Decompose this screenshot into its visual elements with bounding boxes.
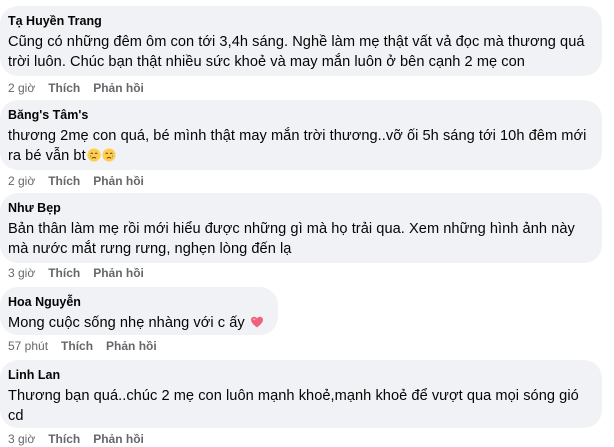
- like-button[interactable]: Thích: [48, 80, 80, 96]
- comment-text-content: Mong cuộc sống nhẹ nhàng với c ấy: [8, 315, 245, 331]
- comment-text: Thương bạn quá..chúc 2 mẹ con luôn mạnh …: [8, 386, 593, 426]
- comment-bubble: Như Bẹp Bản thân làm mẹ rồi mới hiểu đượ…: [0, 193, 602, 263]
- comment-author[interactable]: Như Bẹp: [8, 200, 590, 216]
- comment-actions: 57 phút Thích Phản hồi: [8, 338, 170, 354]
- comment-author[interactable]: Băng's Tâm's: [8, 107, 590, 123]
- reply-button[interactable]: Phản hồi: [106, 338, 157, 354]
- crying-face-icon: [87, 148, 101, 162]
- comment-text-content: Thương bạn quá..chúc 2 mẹ con luôn mạnh …: [8, 388, 583, 424]
- like-button[interactable]: Thích: [61, 338, 93, 354]
- crying-face-icon: [102, 148, 116, 162]
- comment-text: Bản thân làm mẹ rồi mới hiểu được những …: [8, 219, 593, 259]
- comment-bubble: Tạ Huyền Trang Cũng có những đêm ôm con …: [0, 6, 602, 76]
- comment-author[interactable]: Hoa Nguyễn: [8, 294, 266, 310]
- comment-bubble: Linh Lan Thương bạn quá..chúc 2 mẹ con l…: [0, 360, 602, 428]
- comment-text-content: Cũng có những đêm ôm con tới 3,4h sáng. …: [8, 34, 589, 70]
- like-button[interactable]: Thích: [48, 265, 80, 281]
- comment-text-content: Bản thân làm mẹ rồi mới hiểu được những …: [8, 221, 579, 257]
- comment-text: thương 2mẹ con quá, bé mình thật may mắn…: [8, 126, 593, 166]
- comment-actions: 3 giờ Thích Phản hồi: [8, 265, 157, 281]
- comment-time[interactable]: 57 phút: [8, 338, 48, 354]
- comment-time[interactable]: 2 giờ: [8, 80, 35, 96]
- reply-button[interactable]: Phản hồi: [93, 173, 144, 189]
- comment-author[interactable]: Tạ Huyền Trang: [8, 13, 590, 29]
- comment-author[interactable]: Linh Lan: [8, 367, 590, 383]
- comment-bubble: Băng's Tâm's thương 2mẹ con quá, bé mình…: [0, 100, 602, 170]
- comment-actions: 2 giờ Thích Phản hồi: [8, 173, 157, 189]
- comment-text: Cũng có những đêm ôm con tới 3,4h sáng. …: [8, 32, 593, 72]
- comment-actions: 2 giờ Thích Phản hồi: [8, 80, 157, 96]
- comment-text: Mong cuộc sống nhẹ nhàng với c ấy: [8, 313, 266, 333]
- reply-button[interactable]: Phản hồi: [93, 265, 144, 281]
- comment-time[interactable]: 3 giờ: [8, 265, 35, 281]
- like-button[interactable]: Thích: [48, 173, 80, 189]
- comment-bubble: Hoa Nguyễn Mong cuộc sống nhẹ nhàng với …: [0, 287, 278, 335]
- comment-time[interactable]: 2 giờ: [8, 173, 35, 189]
- pink-heart-icon: [250, 316, 263, 328]
- reply-button[interactable]: Phản hồi: [93, 80, 144, 96]
